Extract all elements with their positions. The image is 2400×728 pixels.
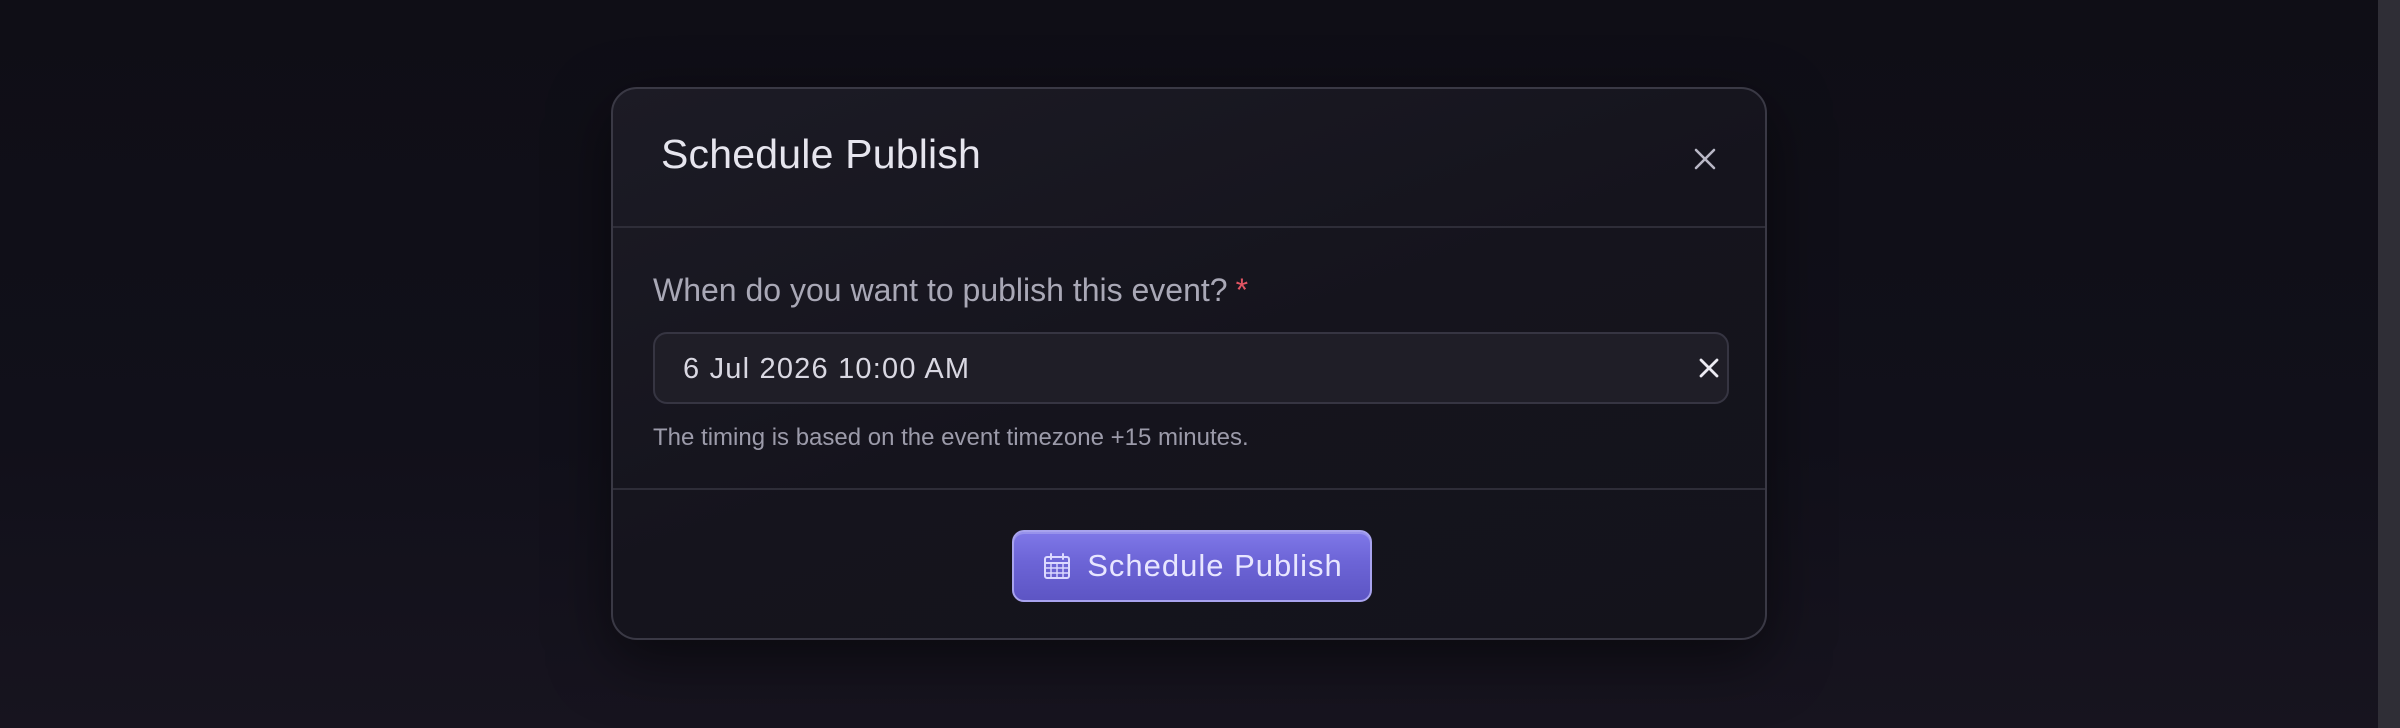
timezone-helper-text: The timing is based on the event timezon… (653, 424, 1249, 451)
schedule-publish-button[interactable]: Schedule Publish (1012, 530, 1372, 602)
schedule-publish-button-label: Schedule Publish (1087, 548, 1343, 583)
publish-date-value: 6 Jul 2026 10:00 AM (683, 353, 971, 385)
close-button[interactable] (1683, 137, 1727, 181)
clear-icon (1699, 358, 1719, 378)
publish-date-label: When do you want to publish this event? * (653, 272, 1248, 309)
dialog-header: Schedule Publish (613, 89, 1765, 228)
publish-date-input[interactable]: 6 Jul 2026 10:00 AM (653, 332, 1729, 404)
dialog-body: When do you want to publish this event? *… (613, 228, 1765, 490)
schedule-publish-dialog: Schedule Publish When do you want to pub… (611, 87, 1767, 640)
close-icon (1694, 148, 1716, 170)
calendar-icon (1041, 550, 1073, 582)
clear-date-button[interactable] (1689, 348, 1729, 388)
scrollbar[interactable] (2378, 0, 2400, 728)
required-marker: * (1235, 272, 1249, 308)
publish-date-label-text: When do you want to publish this event? (653, 272, 1228, 308)
dialog-title: Schedule Publish (661, 131, 982, 177)
dialog-footer: Schedule Publish (613, 490, 1765, 640)
